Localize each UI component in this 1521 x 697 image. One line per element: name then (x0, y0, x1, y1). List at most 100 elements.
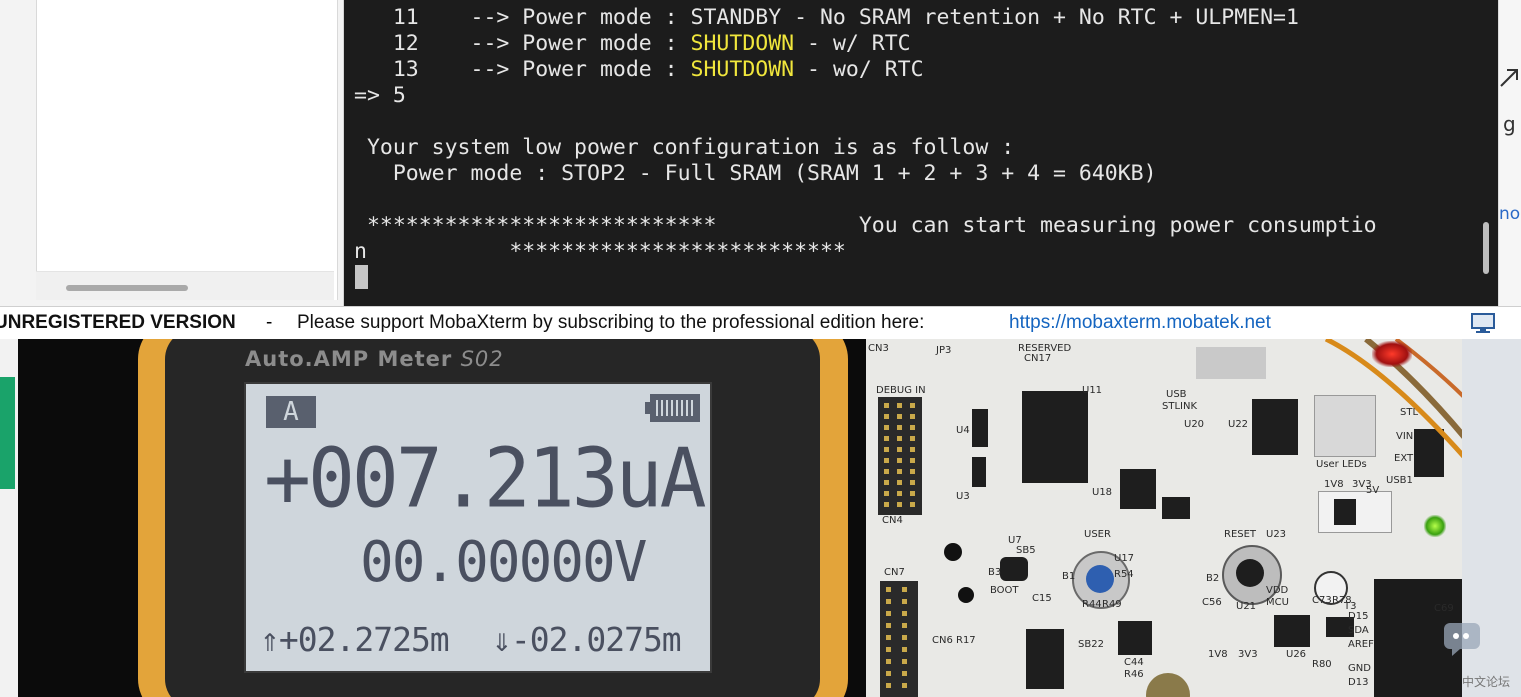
header-pin (897, 502, 902, 507)
camera-photo: Auto.AMP Meter S02 A +007.213uA 00.00000… (0, 339, 1521, 697)
chip-u3 (972, 457, 986, 487)
silkscreen-label: B3 (988, 567, 1002, 578)
header-pin (886, 635, 891, 640)
silkscreen-label: C69 (1434, 603, 1454, 614)
silkscreen-label: C15 (1032, 593, 1052, 604)
mcu-chip (1022, 391, 1088, 483)
silkscreen-label: CN6 (932, 635, 953, 646)
header-pin (897, 447, 902, 452)
lcd-mode-indicator: A (266, 396, 316, 428)
terminal-text: 11 --> Power mode : (354, 5, 691, 30)
header-pin (897, 491, 902, 496)
banner-message: Please support MobaXterm by subscribing … (297, 312, 925, 333)
silkscreen-label: SDA (1348, 625, 1369, 636)
chip-u23 (1252, 399, 1298, 455)
sidebar-list (36, 0, 338, 300)
header-pin (886, 671, 891, 676)
meter-lcd: A +007.213uA 00.00000V ⇑+02.2725m ⇓-02.0… (244, 382, 712, 673)
meter-brand-name: Auto.AMP Meter (245, 347, 453, 371)
silkscreen-label: C44 (1124, 657, 1144, 668)
header-pin (886, 611, 891, 616)
silkscreen-label: CN7 (884, 567, 905, 578)
terminal-line: n ************************** (354, 239, 846, 265)
unregistered-banner: UNREGISTERED VERSION - Please support Mo… (0, 306, 1521, 340)
silkscreen-label: C73 (1312, 595, 1332, 606)
header-pin (910, 469, 915, 474)
terminal-line: 13 --> Power mode : SHUTDOWN - wo/ RTC (354, 57, 924, 83)
silkscreen-label: RESET (1224, 529, 1257, 540)
reset-button[interactable] (1236, 559, 1264, 587)
terminal-text: - w/ RTC (794, 31, 911, 56)
header-pin (884, 469, 889, 474)
header-pin (884, 502, 889, 507)
header-pin (910, 458, 915, 463)
silkscreen-label: R78 (1332, 595, 1352, 606)
sidebar-panel (0, 0, 344, 308)
chat-bubble-icon (1444, 623, 1480, 656)
silkscreen-label: STL (1400, 407, 1419, 418)
terminal-text: STANDBY - No SRAM retention + No RTC + U… (690, 5, 1299, 30)
silkscreen-label: U3 (956, 491, 970, 502)
silkscreen-label: VDD (1266, 585, 1289, 596)
silkscreen-label: CN3 (868, 343, 889, 354)
boot-button[interactable] (1000, 557, 1028, 581)
side-window-text: g (1503, 112, 1516, 136)
min-reading: ⇓-02.0275m (492, 620, 682, 659)
terminal-text: n ************************** (354, 239, 846, 264)
silkscreen-label: 5V (1366, 485, 1380, 496)
meter-brand: Auto.AMP Meter S02 (245, 347, 504, 371)
sidebar-horizontal-scrollbar[interactable] (36, 271, 334, 300)
header-pin (910, 425, 915, 430)
terminal-text: 13 --> Power mode : (354, 57, 691, 82)
header-pin (902, 599, 907, 604)
silkscreen-label: U11 (1082, 385, 1103, 396)
silkscreen-label: U4 (956, 425, 970, 436)
cn7-header (880, 581, 918, 697)
terminal-line: 11 --> Power mode : STANDBY - No SRAM re… (354, 5, 1299, 31)
silkscreen-label: VIN (1396, 431, 1414, 442)
silkscreen-label: R49 (1102, 599, 1122, 610)
silkscreen-label: MCU (1266, 597, 1289, 608)
chip-small-1 (1162, 497, 1190, 519)
sidebar-scroll-thumb[interactable] (66, 285, 188, 291)
header-pin (910, 414, 915, 419)
silkscreen-label: R54 (1114, 569, 1134, 580)
debug-header (878, 397, 922, 515)
unregistered-label: UNREGISTERED VERSION (0, 312, 236, 333)
header-pin (884, 480, 889, 485)
header-pin (902, 611, 907, 616)
silkscreen-label: D13 (1348, 677, 1369, 688)
silkscreen-label: SB22 (1078, 639, 1104, 650)
test-point-pad (1146, 673, 1190, 697)
silkscreen-label: U18 (1092, 487, 1113, 498)
header-pin (886, 587, 891, 592)
user-button[interactable] (1086, 565, 1114, 593)
silkscreen-label: U23 (1266, 529, 1287, 540)
header-pin (902, 647, 907, 652)
silkscreen-label: B2 (1206, 573, 1220, 584)
terminal-vertical-scrollbar[interactable] (1470, 0, 1498, 306)
terminal-highlight: SHUTDOWN (690, 31, 795, 56)
header-pin (910, 436, 915, 441)
green-led (1424, 515, 1446, 537)
header-pin (884, 447, 889, 452)
voltage-reading: 00.00000V (360, 530, 647, 595)
silkscreen-label: U21 (1236, 601, 1257, 612)
red-led (1372, 341, 1412, 367)
header-pin (902, 623, 907, 628)
header-pin (902, 587, 907, 592)
terminal-text: 12 --> Power mode : (354, 31, 691, 56)
usb-connector (1196, 347, 1266, 379)
header-pin (902, 659, 907, 664)
terminal-scroll-thumb[interactable] (1483, 222, 1489, 274)
monitor-icon[interactable] (1470, 312, 1496, 334)
silkscreen-label: CN17 (1024, 353, 1052, 364)
terminal-output[interactable]: 11 --> Power mode : STANDBY - No SRAM re… (344, 0, 1470, 306)
terminal-text: *************************** You can star… (354, 213, 1377, 238)
subscribe-link[interactable]: https://mobaxterm.mobatek.net (1009, 307, 1271, 339)
chip-u26 (1274, 615, 1310, 647)
header-pin (886, 647, 891, 652)
terminal-line: Power mode : STOP2 - Full SRAM (SRAM 1 +… (354, 161, 1157, 187)
header-pin (897, 469, 902, 474)
banner-separator: - (266, 312, 273, 333)
